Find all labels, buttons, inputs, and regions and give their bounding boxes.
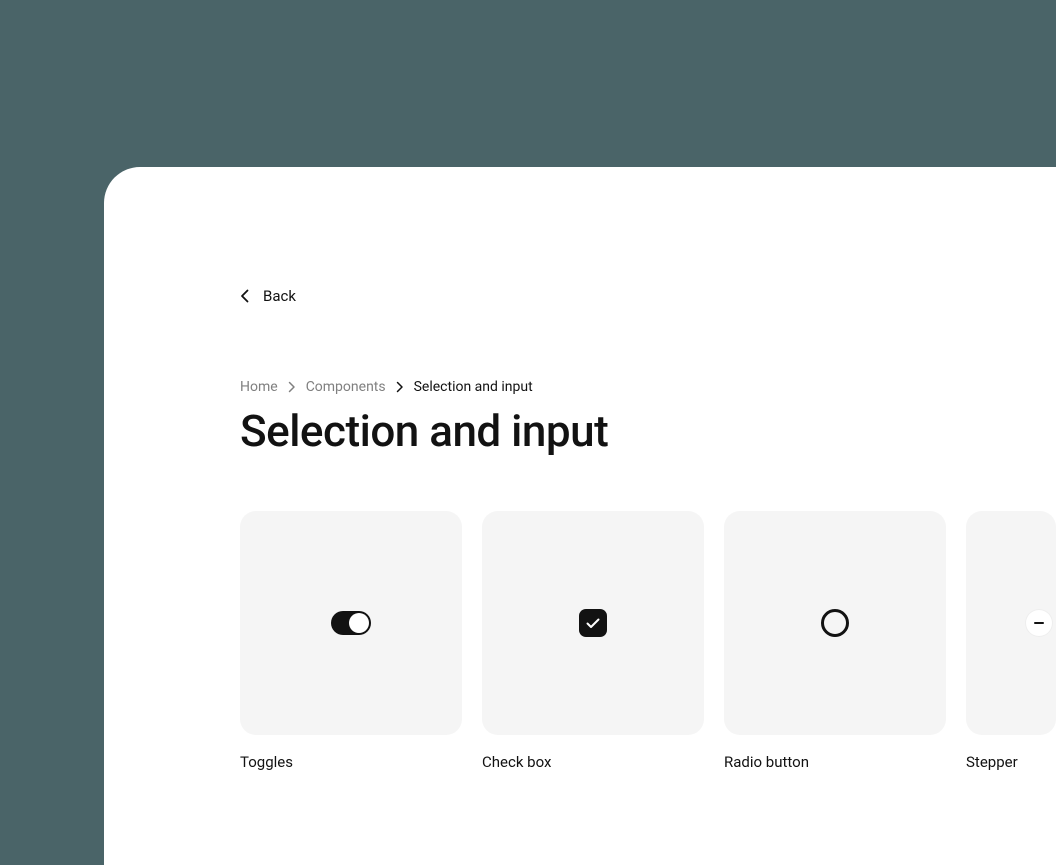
card-label: Check box: [482, 753, 704, 771]
cards-row: Toggles Check box Radio button: [240, 511, 1056, 771]
toggle-icon: [331, 611, 371, 635]
chevron-right-icon: [288, 381, 296, 393]
checkbox-icon: [579, 609, 607, 637]
radio-icon: [821, 609, 849, 637]
card-toggles[interactable]: Toggles: [240, 511, 462, 771]
chevron-left-icon: [240, 289, 249, 303]
card-radio[interactable]: Radio button: [724, 511, 946, 771]
breadcrumb: Home Components Selection and input: [240, 379, 1056, 395]
minus-icon: [1026, 610, 1052, 636]
tile-checkbox: [482, 511, 704, 735]
breadcrumb-item-home[interactable]: Home: [240, 379, 278, 395]
chevron-right-icon: [396, 381, 404, 393]
tile-toggles: [240, 511, 462, 735]
card-checkbox[interactable]: Check box: [482, 511, 704, 771]
content-panel: Back Home Components Selection and input…: [104, 167, 1056, 865]
breadcrumb-item-current: Selection and input: [414, 379, 533, 395]
card-label: Stepper: [966, 753, 1056, 771]
breadcrumb-item-components[interactable]: Components: [306, 379, 386, 395]
stepper-icon: [1026, 610, 1056, 636]
back-label: Back: [263, 287, 296, 305]
tile-stepper: [966, 511, 1056, 735]
back-button[interactable]: Back: [240, 287, 296, 305]
page-title: Selection and input: [240, 405, 1056, 457]
card-label: Radio button: [724, 753, 946, 771]
card-stepper[interactable]: Stepper: [966, 511, 1056, 771]
card-label: Toggles: [240, 753, 462, 771]
tile-radio: [724, 511, 946, 735]
